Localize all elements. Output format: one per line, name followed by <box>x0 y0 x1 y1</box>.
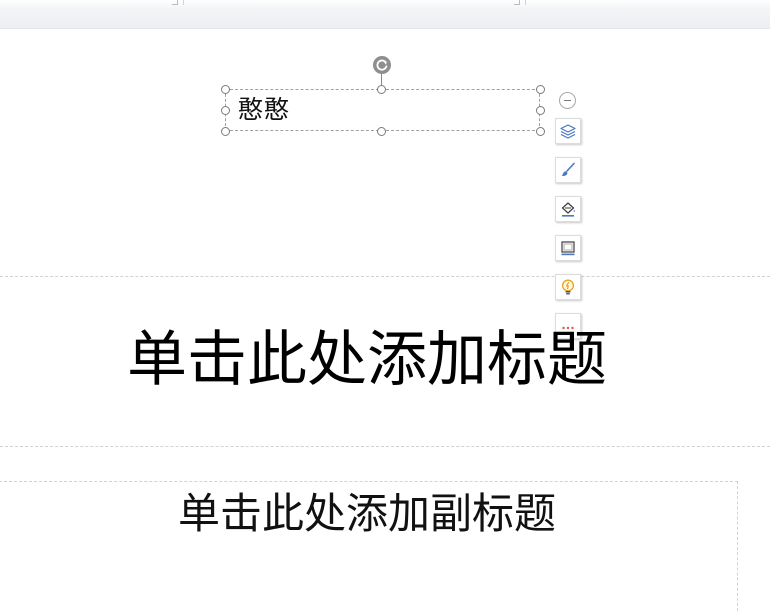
ruler-marker-left <box>172 0 178 5</box>
ruler-tick <box>183 0 184 5</box>
resize-handle-top[interactable] <box>377 85 386 94</box>
title-placeholder-top-border <box>0 276 770 277</box>
resize-handle-top-left[interactable] <box>221 85 230 94</box>
frame-icon <box>561 241 575 256</box>
outline-button[interactable] <box>555 235 581 261</box>
ruler-bar <box>0 0 770 29</box>
subtitle-placeholder[interactable]: 单击此处添加副标题 <box>0 486 734 542</box>
resize-handle-left[interactable] <box>221 106 230 115</box>
layers-icon <box>560 124 576 139</box>
resize-handle-bottom[interactable] <box>377 127 386 136</box>
title-placeholder[interactable]: 单击此处添加标题 <box>0 320 734 400</box>
ruler-tick <box>525 0 526 5</box>
lightbulb-icon <box>561 279 575 295</box>
title-placeholder-bottom-border <box>0 446 770 447</box>
collapse-toolbar-button[interactable] <box>559 92 576 109</box>
brush-icon <box>562 162 575 177</box>
ruler-marker-right <box>514 0 520 5</box>
resize-handle-bottom-left[interactable] <box>221 127 230 136</box>
resize-handle-right[interactable] <box>536 106 545 115</box>
selected-textbox-text[interactable]: 憨憨 <box>238 93 290 127</box>
fill-bucket-icon <box>561 202 575 217</box>
smart-suggest-button[interactable] <box>555 274 581 300</box>
resize-handle-bottom-right[interactable] <box>536 127 545 136</box>
layers-button[interactable] <box>555 118 581 144</box>
rotate-handle-icon[interactable] <box>373 56 391 74</box>
fill-button[interactable] <box>555 196 581 222</box>
text-style-button[interactable] <box>555 157 581 183</box>
resize-handle-top-right[interactable] <box>536 85 545 94</box>
